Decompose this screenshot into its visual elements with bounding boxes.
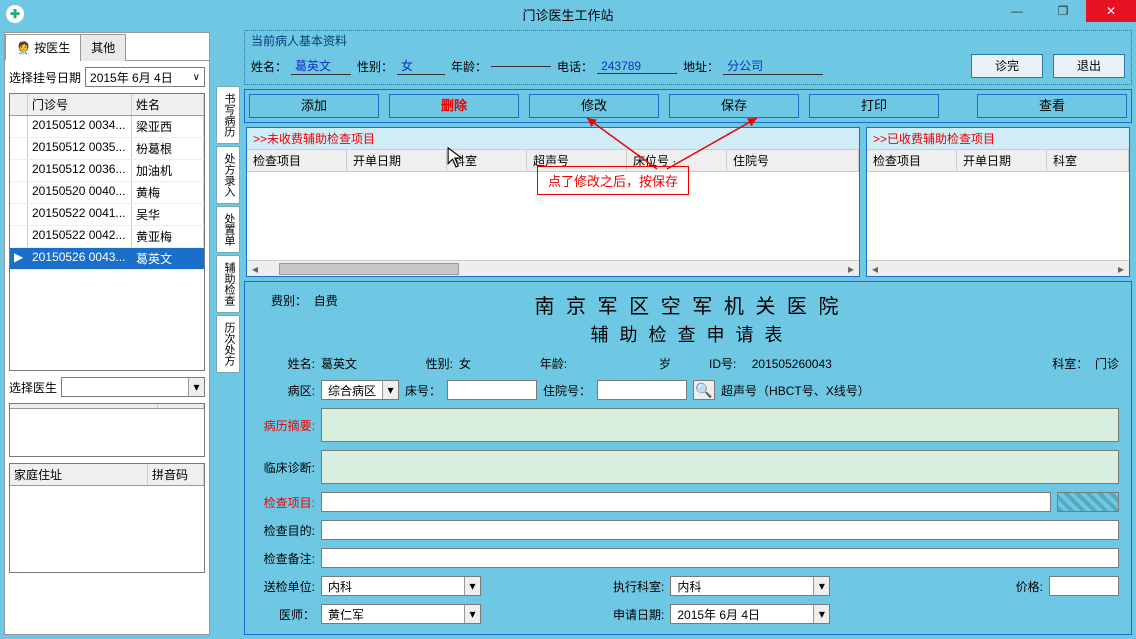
inhospital-input[interactable] (597, 380, 687, 400)
modify-button[interactable]: 修改 (529, 94, 659, 118)
patient-legend: 当前病人基本资料 (251, 34, 347, 48)
doctor-select-form[interactable]: 黄仁军▾ (321, 604, 481, 624)
paid-title: >>已收费辅助检查项目 (867, 128, 1129, 150)
ward-select[interactable]: 综合病区▾ (321, 380, 399, 400)
price-input[interactable] (1049, 576, 1119, 596)
registration-row[interactable]: 20150512 0036...加油机 (10, 160, 204, 182)
col-clinic-no: 门诊号 (28, 94, 132, 115)
notes-input[interactable] (321, 548, 1119, 568)
hospital-title: 南 京 军 区 空 军 机 关 医 院 (257, 290, 1119, 319)
form-id: 201505260043 (752, 357, 832, 371)
save-button[interactable]: 保存 (669, 94, 799, 118)
delete-button[interactable]: 删除 (389, 94, 519, 118)
vtab-history-rx[interactable]: 历次处方 (216, 315, 240, 373)
vtab-treatment[interactable]: 处置单 (216, 206, 240, 253)
form-dept: 门诊 (1095, 357, 1119, 371)
window-controls: — ❐ ✕ (994, 0, 1136, 22)
patient-phone: 243789 (597, 59, 677, 74)
patient-name: 葛英文 (291, 57, 351, 75)
registration-row[interactable]: ▶20150526 0043...葛英文 (10, 248, 204, 270)
registration-grid[interactable]: 门诊号 姓名 20150512 0034...梁亚西20150512 0035.… (9, 93, 205, 371)
view-button[interactable]: 查看 (977, 94, 1127, 118)
form-name: 葛英文 (321, 355, 357, 372)
registration-row[interactable]: 20150512 0035...枌葛根 (10, 138, 204, 160)
exit-button[interactable]: 退出 (1053, 54, 1125, 78)
close-button[interactable]: ✕ (1086, 0, 1136, 22)
vtab-medical-record[interactable]: 书写病历 (216, 86, 240, 144)
tab-other[interactable]: 其他 (80, 34, 126, 61)
patient-sex: 女 (397, 57, 445, 75)
annotation-text: 点了修改之后，按保存 (537, 166, 689, 195)
date-label: 选择挂号日期 (9, 69, 81, 86)
fee-type-value: 自费 (314, 294, 338, 308)
left-panel: 🧑‍⚕️ 按医生 其他 选择挂号日期 2015年 6月 4日∨ 门诊号 姓名 (4, 32, 210, 635)
paid-tests-table[interactable]: >>已收费辅助检查项目 检查项目 开单日期 科室 ◂▸ (866, 127, 1130, 277)
purpose-input[interactable] (321, 520, 1119, 540)
date-picker[interactable]: 2015年 6月 4日∨ (85, 67, 205, 87)
horizontal-scrollbar-2[interactable]: ◂▸ (867, 260, 1129, 276)
registration-row[interactable]: 20150522 0041...吴华 (10, 204, 204, 226)
form-sex: 女 (459, 355, 471, 372)
col-name: 姓名 (132, 94, 204, 115)
patient-info-group: 当前病人基本资料 姓名：葛英文 性别：女 年龄： 电话：243789 地址：分公… (244, 30, 1132, 85)
doctor-grid[interactable] (9, 403, 205, 457)
patient-age (491, 66, 551, 67)
send-unit-select[interactable]: 内科▾ (321, 576, 481, 596)
bed-input[interactable] (447, 380, 537, 400)
vtab-aux-exam[interactable]: 辅助检查 (216, 255, 240, 313)
exam-items-picker[interactable] (1057, 492, 1119, 512)
doctor-select[interactable]: ▾ (61, 377, 205, 397)
title-bar: ✚ 门诊医生工作站 — ❐ ✕ (0, 0, 1136, 28)
finish-button[interactable]: 诊完 (971, 54, 1043, 78)
diagnosis-input[interactable] (321, 450, 1119, 484)
unpaid-tests-table[interactable]: >>未收费辅助检查项目 检查项目 开单日期 科室 超声号 床位号 · 住院号 ◂… (246, 127, 860, 277)
search-icon-button[interactable]: 🔍 (693, 380, 715, 400)
print-button[interactable]: 打印 (809, 94, 939, 118)
summary-input[interactable] (321, 408, 1119, 442)
form-subtitle: 辅 助 检 查 申 请 表 (257, 321, 1119, 347)
patient-address: 分公司 (723, 57, 823, 75)
registration-row[interactable]: 20150512 0034...梁亚西 (10, 116, 204, 138)
side-tabs: 书写病历 处方录入 处置单 辅助检查 历次处方 (216, 30, 240, 635)
registration-row[interactable]: 20150522 0042...黄亚梅 (10, 226, 204, 248)
app-icon: ✚ (6, 5, 24, 23)
address-grid[interactable]: 家庭住址 拼音码 (9, 463, 205, 573)
minimize-button[interactable]: — (994, 0, 1040, 22)
vtab-prescription[interactable]: 处方录入 (216, 146, 240, 204)
maximize-button[interactable]: ❐ (1040, 0, 1086, 22)
exec-dept-select[interactable]: 内科▾ (670, 576, 830, 596)
exam-request-form: 费别： 自费 南 京 军 区 空 军 机 关 医 院 辅 助 检 查 申 请 表… (244, 281, 1132, 635)
add-button[interactable]: 添加 (249, 94, 379, 118)
tab-by-doctor[interactable]: 🧑‍⚕️ 按医生 (5, 34, 81, 61)
unpaid-title: >>未收费辅助检查项目 (247, 128, 859, 150)
registration-row[interactable]: 20150520 0040...黄梅 (10, 182, 204, 204)
select-doctor-label: 选择医生 (9, 379, 57, 396)
apply-date-picker[interactable]: 2015年 6月 4日▾ (670, 604, 830, 624)
exam-items-input[interactable] (321, 492, 1051, 512)
window-title: 门诊医生工作站 (522, 5, 613, 24)
horizontal-scrollbar[interactable]: ◂▸ (247, 260, 859, 276)
